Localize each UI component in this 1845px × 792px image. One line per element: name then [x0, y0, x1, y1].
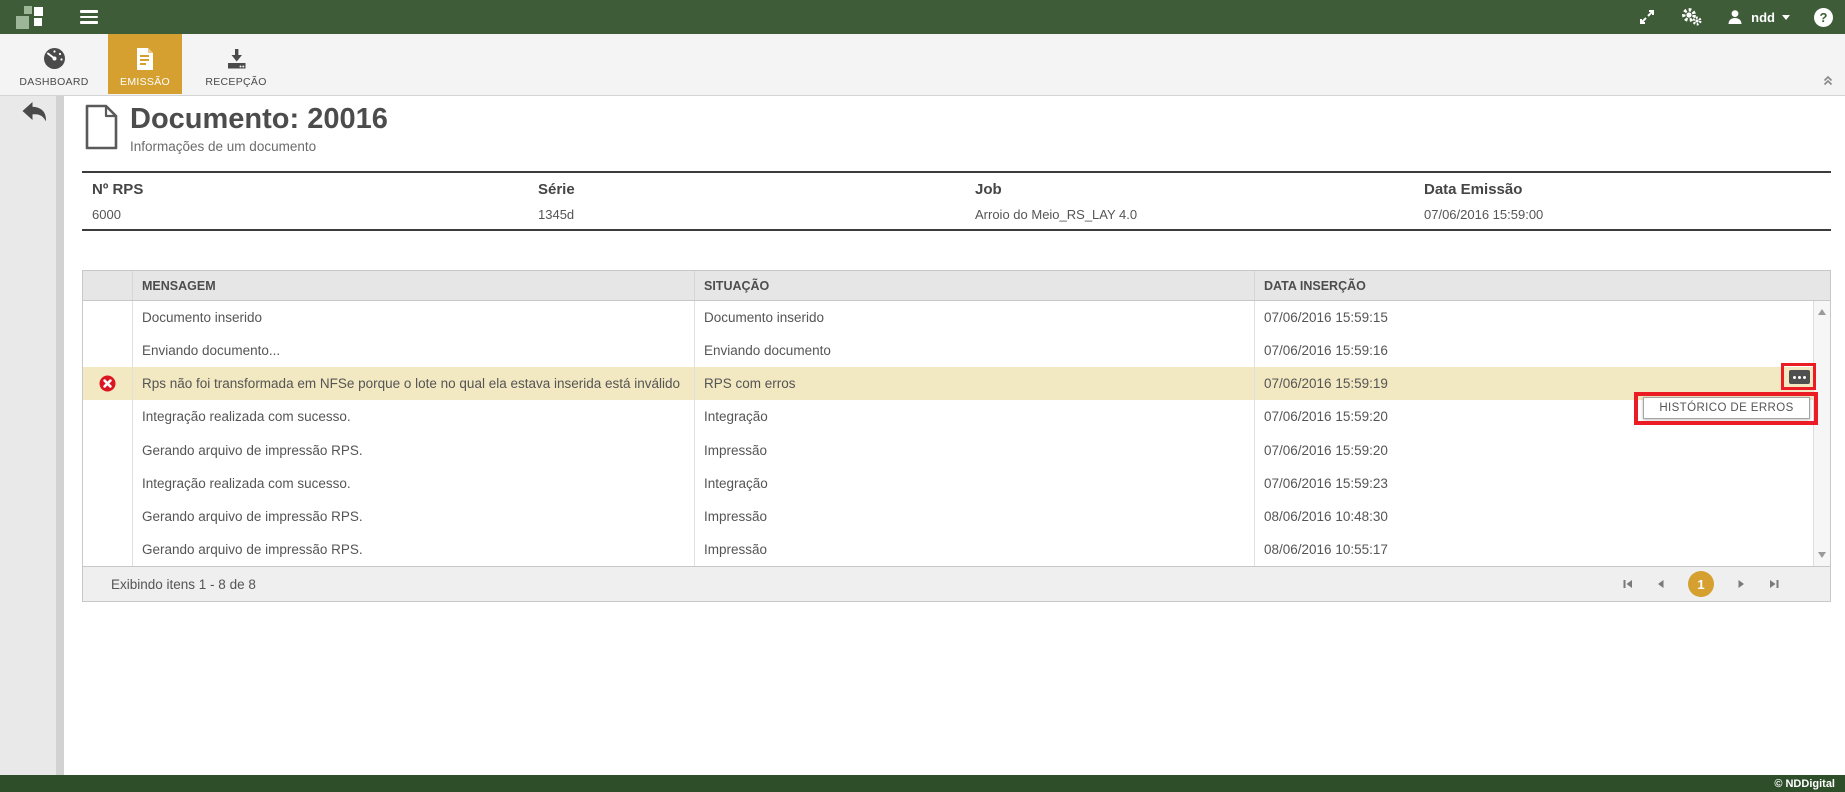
error-icon — [99, 375, 116, 392]
chevron-down-icon — [1782, 15, 1790, 20]
fullscreen-icon[interactable] — [1638, 8, 1656, 26]
info-value-data-emissao: 07/06/2016 15:59:00 — [1424, 207, 1543, 222]
help-icon[interactable]: ? — [1814, 8, 1833, 27]
row-mensagem: Gerando arquivo de impressão RPS. — [132, 434, 694, 467]
info-label-serie: Série — [538, 181, 575, 198]
info-value-serie: 1345d — [538, 207, 575, 222]
page-subtitle: Informações de um documento — [130, 139, 388, 154]
row-data-insercao: 07/06/2016 15:59:15 — [1254, 301, 1813, 334]
sidebar-divider — [56, 96, 64, 775]
column-header-mensagem[interactable]: MENSAGEM — [132, 271, 694, 300]
info-label-data-emissao: Data Emissão — [1424, 181, 1543, 198]
scroll-up-icon[interactable] — [1818, 309, 1826, 315]
last-page-button[interactable] — [1768, 578, 1780, 590]
row-mensagem: Enviando documento... — [132, 334, 694, 367]
table-header: MENSAGEM SITUAÇÃO DATA INSERÇÃO — [83, 271, 1830, 301]
row-mensagem: Integração realizada com sucesso. — [132, 400, 694, 433]
app-logo — [16, 4, 46, 31]
document-outline-icon — [84, 104, 119, 150]
top-navigation-bar: ndd ? — [0, 0, 1845, 34]
pager-summary: Exibindo itens 1 - 8 de 8 — [111, 577, 256, 592]
copyright-text: © NDDigital — [1774, 778, 1835, 790]
table-row[interactable]: Integração realizada com sucesso. Integr… — [83, 400, 1813, 433]
row-mensagem: Gerando arquivo de impressão RPS. — [132, 500, 694, 533]
tab-recepcao[interactable]: RECEPÇÃO — [188, 34, 284, 94]
document-info-panel: Nº RPS 6000 Série 1345d Job Arroio do Me… — [82, 171, 1831, 231]
row-situacao: Documento inserido — [694, 301, 1254, 334]
row-mensagem: Rps não foi transformada em NFSe porque … — [132, 367, 694, 400]
row-situacao: Integração — [694, 467, 1254, 500]
module-toolbar: DASHBOARD EMISSÃO RECEPÇÃO — [0, 34, 1845, 96]
messages-table: MENSAGEM SITUAÇÃO DATA INSERÇÃO Document… — [82, 270, 1831, 602]
back-button[interactable] — [20, 100, 49, 132]
table-row[interactable]: Integração realizada com sucesso. Integr… — [83, 467, 1813, 500]
tab-emissao-label: EMISSÃO — [120, 76, 170, 88]
collapse-toolbar-icon[interactable] — [1821, 73, 1835, 91]
next-page-button[interactable] — [1735, 578, 1747, 590]
tab-dashboard[interactable]: DASHBOARD — [6, 34, 102, 94]
row-data-insercao: 07/06/2016 15:59:23 — [1254, 467, 1813, 500]
gauge-icon — [41, 46, 68, 71]
user-name: ndd — [1751, 10, 1775, 25]
first-page-button[interactable] — [1622, 578, 1634, 590]
row-situacao: Integração — [694, 400, 1254, 433]
row-data-insercao: 08/06/2016 10:55:17 — [1254, 533, 1813, 566]
menu-hamburger-icon[interactable] — [80, 8, 100, 26]
row-situacao: Impressão — [694, 533, 1254, 566]
info-value-job: Arroio do Meio_RS_LAY 4.0 — [975, 207, 1137, 222]
left-sidebar — [0, 96, 56, 775]
tab-recepcao-label: RECEPÇÃO — [205, 76, 266, 88]
table-row[interactable]: Enviando documento... Enviando documento… — [83, 334, 1813, 367]
table-rows: Documento inserido Documento inserido 07… — [83, 301, 1813, 566]
page-title: Documento: 20016 — [130, 104, 388, 134]
document-icon — [135, 47, 155, 71]
table-row[interactable]: Gerando arquivo de impressão RPS. Impres… — [83, 434, 1813, 467]
row-data-insercao: 08/06/2016 10:48:30 — [1254, 500, 1813, 533]
column-header-situacao[interactable]: SITUAÇÃO — [694, 271, 1254, 300]
info-value-rps: 6000 — [92, 207, 143, 222]
previous-page-button[interactable] — [1655, 578, 1667, 590]
scroll-down-icon[interactable] — [1818, 552, 1826, 558]
row-data-insercao: 07/06/2016 15:59:16 — [1254, 334, 1813, 367]
annotation-highlight-actions-button — [1781, 363, 1816, 390]
info-label-rps: Nº RPS — [92, 181, 143, 198]
row-data-insercao: 07/06/2016 15:59:20 — [1254, 434, 1813, 467]
application-window: ndd ? DASHBOARD — [0, 0, 1845, 792]
row-situacao: Impressão — [694, 434, 1254, 467]
info-label-job: Job — [975, 181, 1137, 198]
settings-gears-icon[interactable] — [1680, 7, 1702, 27]
download-icon — [225, 47, 248, 71]
row-situacao: Impressão — [694, 500, 1254, 533]
table-row[interactable]: Gerando arquivo de impressão RPS. Impres… — [83, 500, 1813, 533]
annotation-highlight-tooltip — [1634, 392, 1818, 425]
tab-emissao[interactable]: EMISSÃO — [108, 34, 182, 94]
row-situacao: RPS com erros — [694, 367, 1254, 400]
column-header-data-insercao[interactable]: DATA INSERÇÃO — [1254, 271, 1830, 300]
user-menu[interactable]: ndd — [1726, 8, 1790, 26]
bottom-status-bar: © NDDigital — [0, 775, 1845, 792]
row-mensagem: Gerando arquivo de impressão RPS. — [132, 533, 694, 566]
pagination: 1 — [1622, 571, 1780, 597]
row-situacao: Enviando documento — [694, 334, 1254, 367]
row-mensagem: Documento inserido — [132, 301, 694, 334]
vertical-scrollbar[interactable] — [1813, 301, 1830, 566]
user-icon — [1726, 8, 1744, 26]
row-mensagem: Integração realizada com sucesso. — [132, 467, 694, 500]
back-arrow-icon — [20, 100, 49, 127]
tab-dashboard-label: DASHBOARD — [19, 76, 88, 88]
current-page-button[interactable]: 1 — [1688, 571, 1714, 597]
table-row[interactable]: Documento inserido Documento inserido 07… — [83, 301, 1813, 334]
table-row-error[interactable]: Rps não foi transformada em NFSe porque … — [83, 367, 1813, 400]
table-row[interactable]: Gerando arquivo de impressão RPS. Impres… — [83, 533, 1813, 566]
table-footer: Exibindo itens 1 - 8 de 8 1 — [83, 566, 1830, 601]
